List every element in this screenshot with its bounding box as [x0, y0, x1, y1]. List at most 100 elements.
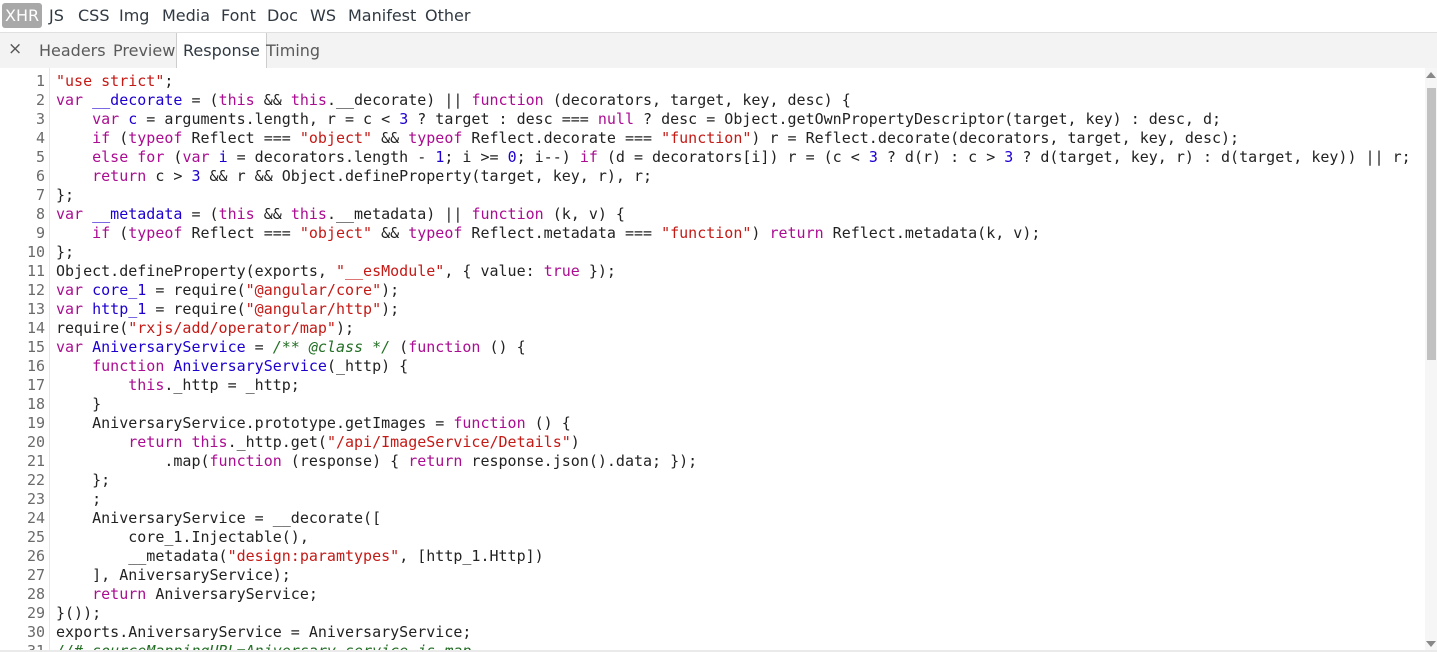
- line-number: 6: [35, 167, 45, 185]
- line-number: 4: [35, 129, 45, 147]
- tab-preview[interactable]: Preview: [113, 33, 175, 68]
- line-number: 29: [26, 604, 45, 622]
- line-number: 15: [26, 338, 45, 356]
- code-line: 11 Object.defineProperty(exports, "__esMo…: [0, 262, 1425, 281]
- code-line: 21 .map(function (response) { return res…: [0, 452, 1425, 471]
- line-number: 8: [35, 205, 45, 223]
- code-line: 15 var AniversaryService = /** @class */ …: [0, 338, 1425, 357]
- line-number: 14: [26, 319, 45, 337]
- code-line: 12 var core_1 = require("@angular/core");: [0, 281, 1425, 300]
- line-number: 26: [26, 547, 45, 565]
- code-text: var http_1 = require("@angular/http");: [56, 300, 400, 318]
- code-text: AniversaryService = __decorate([: [56, 509, 382, 527]
- code-text: }());: [56, 604, 102, 622]
- code-text: };: [56, 471, 111, 489]
- code-text: return AniversaryService;: [92, 585, 318, 603]
- line-number: 10: [26, 243, 45, 261]
- code-line: 5 else for (var i = decorators.length - …: [0, 148, 1425, 167]
- code-line: 17 this._http = _http;: [0, 376, 1425, 395]
- code-line: 26 __metadata("design:paramtypes", [http…: [0, 547, 1425, 566]
- line-number: 27: [26, 566, 45, 584]
- response-code-viewer[interactable]: 1 "use strict"; 2 var __decorate = (this &&…: [0, 68, 1437, 652]
- code-line: 10};: [0, 243, 1425, 262]
- scroll-down-arrow-icon[interactable]: [1426, 641, 1436, 647]
- tab-headers[interactable]: Headers: [39, 33, 106, 68]
- code-line: 3 var c = arguments.length, r = c < 3 ? …: [0, 110, 1425, 129]
- code-text: var core_1 = require("@angular/core");: [56, 281, 400, 299]
- filter-css[interactable]: CSS: [78, 0, 109, 31]
- code-text: ], AniversaryService);: [56, 566, 291, 584]
- code-text: if (typeof Reflect === "object" && typeo…: [92, 224, 1041, 242]
- line-number: 23: [26, 490, 45, 508]
- line-number: 12: [26, 281, 45, 299]
- code-text: return this._http.get("/api/ImageService…: [128, 433, 580, 451]
- tab-timing[interactable]: Timing: [266, 33, 320, 68]
- code-line: 13 var http_1 = require("@angular/http");: [0, 300, 1425, 319]
- code-line: 18 }: [0, 395, 1425, 414]
- code-line: 30 exports.AniversaryService = Aniversary…: [0, 623, 1425, 642]
- close-icon[interactable]: ×: [8, 33, 22, 68]
- code-line: 2 var __decorate = (this && this.__decora…: [0, 91, 1425, 110]
- line-number: 11: [26, 262, 45, 280]
- code-text: if (typeof Reflect === "object" && typeo…: [92, 129, 1240, 147]
- filter-xhr[interactable]: XHR: [2, 3, 43, 28]
- line-number: 5: [35, 148, 45, 166]
- line-number: 24: [26, 509, 45, 527]
- filter-other[interactable]: Other: [425, 0, 470, 31]
- code-line: 29 }());: [0, 604, 1425, 623]
- code-text: function AniversaryService(_http) {: [92, 357, 409, 375]
- filter-js[interactable]: JS: [49, 0, 64, 31]
- line-number: 28: [26, 585, 45, 603]
- code-text: var __metadata = (this && this.__metadat…: [56, 205, 625, 223]
- filter-manifest[interactable]: Manifest: [348, 0, 416, 31]
- code-text: }: [56, 395, 102, 413]
- code-line: 25 core_1.Injectable(),: [0, 528, 1425, 547]
- code-text: __metadata("design:paramtypes", [http_1.…: [56, 547, 544, 565]
- code-text: };: [56, 243, 75, 261]
- code-line: 19 AniversaryService.prototype.getImages…: [0, 414, 1425, 433]
- code-line: 23 ;: [0, 490, 1425, 509]
- line-number: 13: [26, 300, 45, 318]
- code-text: var __decorate = (this && this.__decorat…: [56, 91, 851, 109]
- code-line: 1 "use strict";: [0, 72, 1425, 91]
- code-line: 20 return this._http.get("/api/ImageServ…: [0, 433, 1425, 452]
- line-number: 22: [26, 471, 45, 489]
- gutter-divider: [49, 68, 50, 652]
- filter-media[interactable]: Media: [162, 0, 210, 31]
- tab-response[interactable]: Response: [176, 33, 267, 69]
- filter-doc[interactable]: Doc: [267, 0, 298, 31]
- code-text: var AniversaryService = /** @class */ (f…: [56, 338, 526, 356]
- line-number: 2: [35, 91, 45, 109]
- code-line: 9 if (typeof Reflect === "object" && typ…: [0, 224, 1425, 243]
- line-number: 18: [26, 395, 45, 413]
- filter-img[interactable]: Img: [119, 0, 149, 31]
- code-line: 14 require("rxjs/add/operator/map");: [0, 319, 1425, 338]
- code-text: this._http = _http;: [128, 376, 300, 394]
- line-number: 17: [26, 376, 45, 394]
- code-text: ;: [56, 490, 102, 508]
- code-text: exports.AniversaryService = AniversarySe…: [56, 623, 472, 641]
- scrollbar-thumb[interactable]: [1427, 88, 1436, 360]
- scroll-up-arrow-icon[interactable]: [1426, 72, 1436, 78]
- filter-font[interactable]: Font: [221, 0, 256, 31]
- line-number: 19: [26, 414, 45, 432]
- code-line: 4 if (typeof Reflect === "object" && typ…: [0, 129, 1425, 148]
- code-text: AniversaryService.prototype.getImages = …: [56, 414, 571, 432]
- code-text: else for (var i = decorators.length - 1;…: [92, 148, 1411, 166]
- code-line: 16 function AniversaryService(_http) {: [0, 357, 1425, 376]
- line-number: 21: [26, 452, 45, 470]
- code-line: 6 return c > 3 && r && Object.defineProp…: [0, 167, 1425, 186]
- code-text: Object.defineProperty(exports, "__esModu…: [56, 262, 616, 280]
- code-line: 22 };: [0, 471, 1425, 490]
- line-number: 20: [26, 433, 45, 451]
- code-text: };: [56, 186, 75, 204]
- code-line: 8 var __metadata = (this && this.__metada…: [0, 205, 1425, 224]
- filter-ws[interactable]: WS: [310, 0, 336, 31]
- resource-type-filter-bar: XHR JS CSS Img Media Font Doc WS Manifes…: [0, 0, 1437, 31]
- line-number: 16: [26, 357, 45, 375]
- code-line: 28 return AniversaryService;: [0, 585, 1425, 604]
- line-number: 25: [26, 528, 45, 546]
- code-text: return c > 3 && r && Object.defineProper…: [92, 167, 653, 185]
- line-number: 9: [35, 224, 45, 242]
- line-number: 3: [35, 110, 45, 128]
